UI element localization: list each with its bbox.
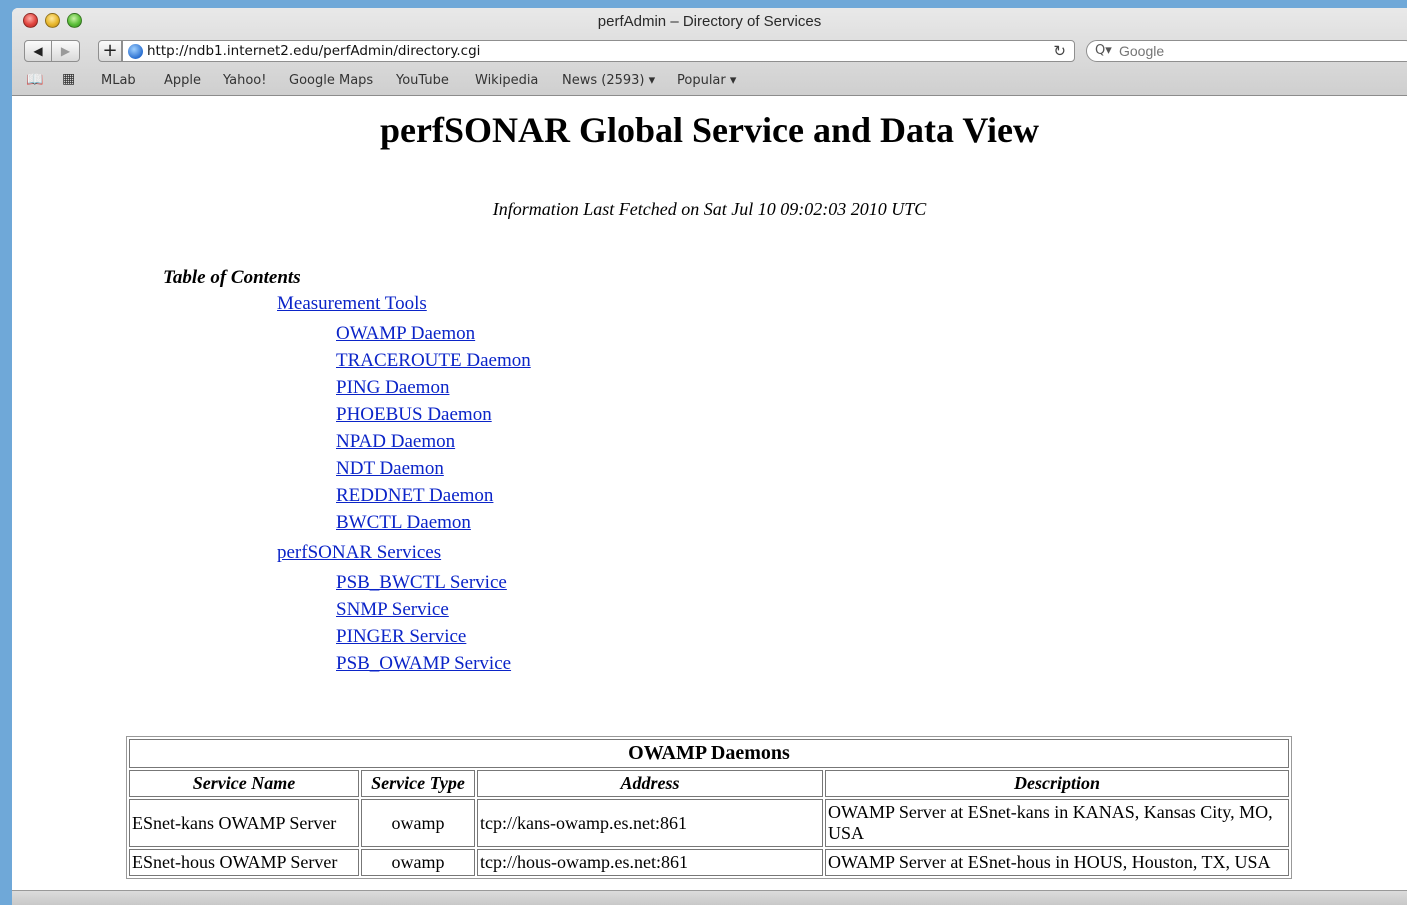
- cell-service-type: owamp: [361, 799, 475, 847]
- table-caption: OWAMP Daemons: [129, 739, 1289, 768]
- reload-icon[interactable]: ↻: [1053, 42, 1066, 60]
- toc-link-npad-daemon[interactable]: NPAD Daemon: [336, 431, 455, 453]
- header-service-name: Service Name: [129, 770, 359, 797]
- header-description: Description: [825, 770, 1289, 797]
- bookmark-mlab[interactable]: MLab: [101, 73, 136, 88]
- page-title: perfSONAR Global Service and Data View: [380, 110, 1039, 150]
- cell-address: tcp://kans-owamp.es.net:861: [477, 799, 823, 847]
- table-row: ESnet-hous OWAMP Server owamp tcp://hous…: [129, 849, 1289, 876]
- table-row: ESnet-kans OWAMP Server owamp tcp://kans…: [129, 799, 1289, 847]
- browser-window: perfAdmin – Directory of Services ◀ ▶ + …: [12, 8, 1407, 905]
- cell-service-type: owamp: [361, 849, 475, 876]
- toc-link-ping-daemon[interactable]: PING Daemon: [336, 377, 449, 399]
- table-header-row: Service Name Service Type Address Descri…: [129, 770, 1289, 797]
- title-bar: perfAdmin – Directory of Services: [12, 8, 1407, 36]
- cell-service-name: ESnet-hous OWAMP Server: [129, 849, 359, 876]
- cell-address: tcp://hous-owamp.es.net:861: [477, 849, 823, 876]
- browser-chrome: perfAdmin – Directory of Services ◀ ▶ + …: [12, 8, 1407, 96]
- forward-button[interactable]: ▶: [52, 40, 80, 62]
- toc-link-psb-bwctl-service[interactable]: PSB_BWCTL Service: [336, 572, 507, 594]
- table-caption-row: OWAMP Daemons: [129, 739, 1289, 768]
- toc-link-perfsonar-services[interactable]: perfSONAR Services: [277, 542, 441, 564]
- toc-link-pinger-service[interactable]: PINGER Service: [336, 626, 466, 648]
- back-button[interactable]: ◀: [24, 40, 52, 62]
- window-title: perfAdmin – Directory of Services: [597, 13, 822, 30]
- toc-link-traceroute-daemon[interactable]: TRACEROUTE Daemon: [336, 350, 531, 372]
- search-box[interactable]: Q▾: [1086, 40, 1407, 62]
- toc-link-measurement-tools[interactable]: Measurement Tools: [277, 293, 427, 315]
- address-bar[interactable]: http://ndb1.internet2.edu/perfAdmin/dire…: [122, 40, 1075, 62]
- toc-link-psb-owamp-service[interactable]: PSB_OWAMP Service: [336, 653, 511, 675]
- toc-heading: Table of Contents: [163, 267, 301, 288]
- toc-link-ndt-daemon[interactable]: NDT Daemon: [336, 458, 444, 480]
- header-address: Address: [477, 770, 823, 797]
- toc-link-owamp-daemon[interactable]: OWAMP Daemon: [336, 323, 475, 345]
- search-input[interactable]: [1119, 43, 1399, 59]
- top-sites-grid-icon[interactable]: ▦: [62, 71, 75, 87]
- globe-icon: [128, 44, 143, 59]
- add-bookmark-button[interactable]: +: [98, 40, 122, 62]
- bookmark-yahoo[interactable]: Yahoo!: [223, 73, 266, 88]
- toc-link-snmp-service[interactable]: SNMP Service: [336, 599, 449, 621]
- cell-service-name: ESnet-kans OWAMP Server: [129, 799, 359, 847]
- header-service-type: Service Type: [361, 770, 475, 797]
- bookmark-youtube[interactable]: YouTube: [396, 73, 449, 88]
- bookmarks-bar: 📖 ▦ MLab Apple Yahoo! Google Maps YouTub…: [12, 70, 1407, 92]
- cell-description: OWAMP Server at ESnet-hous in HOUS, Hous…: [825, 849, 1289, 876]
- bookmark-popular-menu[interactable]: Popular ▾: [677, 73, 736, 88]
- toc-link-reddnet-daemon[interactable]: REDDNET Daemon: [336, 485, 493, 507]
- toc-link-phoebus-daemon[interactable]: PHOEBUS Daemon: [336, 404, 492, 426]
- toc-link-bwctl-daemon[interactable]: BWCTL Daemon: [336, 512, 471, 534]
- owamp-daemons-table: OWAMP Daemons Service Name Service Type …: [126, 736, 1292, 879]
- last-fetched-text: Information Last Fetched on Sat Jul 10 0…: [492, 199, 927, 219]
- search-icon[interactable]: Q▾: [1095, 43, 1112, 58]
- bookmark-apple[interactable]: Apple: [164, 73, 201, 88]
- cell-description: OWAMP Server at ESnet-kans in KANAS, Kan…: [825, 799, 1289, 847]
- bookmark-wikipedia[interactable]: Wikipedia: [475, 73, 538, 88]
- bookmark-google-maps[interactable]: Google Maps: [289, 73, 373, 88]
- bookmark-news-menu[interactable]: News (2593) ▾: [562, 73, 655, 88]
- url-text[interactable]: http://ndb1.internet2.edu/perfAdmin/dire…: [147, 43, 480, 59]
- page-content: perfSONAR Global Service and Data View I…: [12, 97, 1407, 905]
- status-bar: [12, 890, 1407, 905]
- bookmarks-book-icon[interactable]: 📖: [26, 72, 43, 88]
- navigation-toolbar: ◀ ▶ + http://ndb1.internet2.edu/perfAdmi…: [12, 38, 1407, 66]
